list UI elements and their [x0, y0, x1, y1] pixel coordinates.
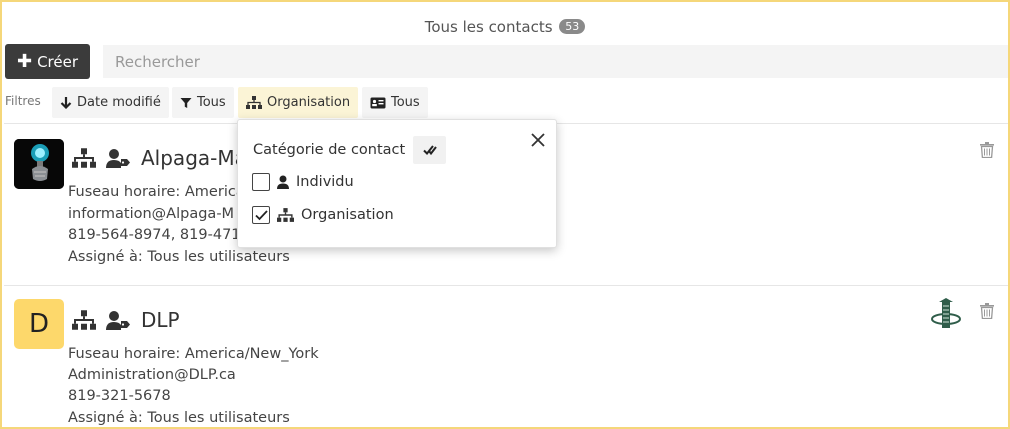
- org-chart-icon: [246, 96, 262, 109]
- page-title-text: Tous les contacts: [424, 18, 553, 36]
- contact-header: DLP: [72, 308, 180, 332]
- filter-chip-label: Tous: [197, 95, 226, 110]
- plus-icon: ✚: [16, 51, 33, 72]
- checkbox-checked[interactable]: [252, 206, 270, 224]
- option-label: Organisation: [301, 207, 394, 223]
- close-button[interactable]: [526, 128, 550, 152]
- contact-timezone: Fuseau horaire: America: [68, 184, 245, 200]
- search-input[interactable]: [103, 45, 1008, 78]
- lightbulb-hand-image: [14, 139, 64, 189]
- contact-assigned: Assigné à: Tous les utilisateurs: [68, 249, 290, 265]
- filter-chip-contact-type[interactable]: Tous: [362, 87, 428, 118]
- filter-chip-label: Date modifié: [77, 95, 161, 110]
- filter-chip-all[interactable]: Tous: [172, 87, 234, 118]
- contact-count-badge: 53: [559, 19, 586, 34]
- category-option-individual[interactable]: Individu: [252, 173, 354, 191]
- filters-label: Filtres: [5, 94, 41, 108]
- contact-phone[interactable]: 819-321-5678: [68, 386, 171, 407]
- user-tag-icon: [106, 311, 130, 330]
- avatar: D: [14, 299, 64, 349]
- popover-title: Catégorie de contact: [253, 142, 406, 158]
- checkmark-icon: [254, 209, 268, 220]
- contact-card[interactable]: D DLP Fuseau horaire: America/New_York A…: [4, 286, 1008, 427]
- contact-category-popover: Catégorie de contact Individu Organisati…: [237, 119, 557, 248]
- create-button[interactable]: ✚ Créer: [5, 44, 90, 79]
- filter-chip-label: Tous: [391, 95, 420, 110]
- option-label: Individu: [296, 174, 354, 190]
- filter-chip-date-modified[interactable]: Date modifié: [52, 87, 169, 118]
- contact-timezone: Fuseau horaire: America/New_York: [68, 346, 319, 362]
- contact-assigned: Assigné à: Tous les utilisateurs: [68, 410, 290, 426]
- contact-email[interactable]: Administration@DLP.ca: [68, 365, 236, 386]
- contact-phone[interactable]: 819-564-8974, 819-471-8: [68, 225, 255, 246]
- double-check-icon: [422, 145, 437, 156]
- filter-chip-label: Organisation: [267, 95, 351, 110]
- page-title: Tous les contacts 53: [2, 18, 1008, 36]
- contact-email[interactable]: information@Alpaga-M: [68, 204, 234, 225]
- company-logo-icon: [931, 298, 961, 328]
- contact-header: Alpaga-Ma: [72, 146, 247, 170]
- checkbox[interactable]: [252, 173, 270, 191]
- org-chart-icon: [72, 148, 96, 168]
- contact-name[interactable]: DLP: [141, 308, 180, 332]
- contact-name[interactable]: Alpaga-Ma: [141, 146, 247, 170]
- app-frame: Tous les contacts 53 ✚ Créer Filtres Dat…: [0, 0, 1010, 429]
- avatar: [14, 139, 64, 189]
- user-tag-icon: [106, 149, 130, 168]
- create-button-label: Créer: [37, 52, 79, 71]
- filter-chip-organisation[interactable]: Organisation: [238, 87, 359, 118]
- trash-icon[interactable]: [980, 303, 994, 319]
- filter-icon: [180, 97, 192, 108]
- close-icon: [531, 133, 545, 147]
- trash-icon[interactable]: [980, 142, 994, 158]
- org-chart-icon: [72, 310, 96, 330]
- arrow-down-icon: [60, 97, 72, 109]
- select-all-button[interactable]: [413, 136, 446, 164]
- person-icon: [277, 175, 289, 189]
- org-chart-icon: [277, 208, 294, 222]
- category-option-organisation[interactable]: Organisation: [252, 206, 394, 224]
- id-card-icon: [370, 97, 386, 108]
